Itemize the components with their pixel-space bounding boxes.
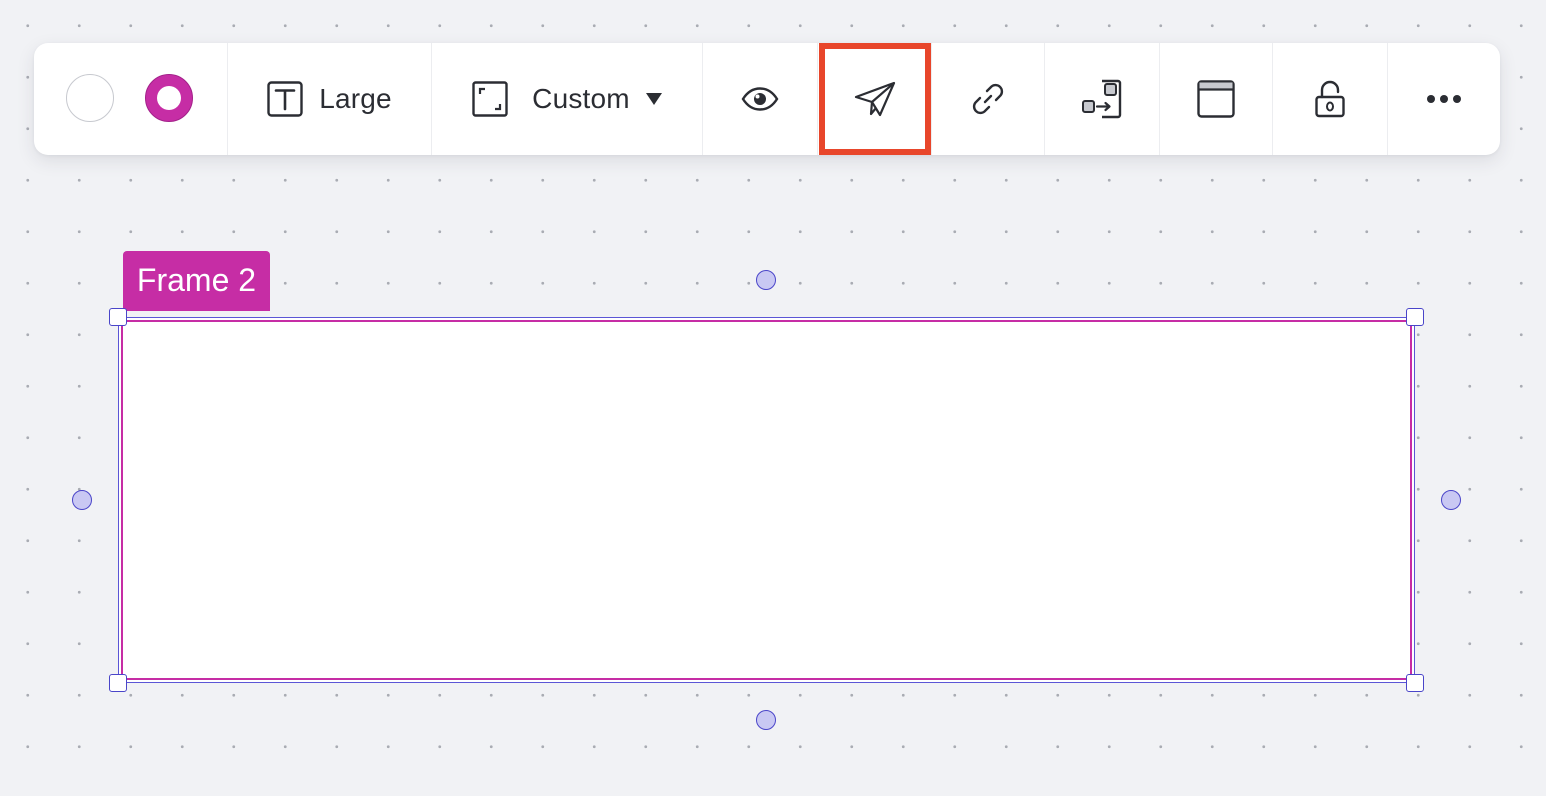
frame-size-label: Custom xyxy=(532,83,630,114)
border-color-swatch[interactable] xyxy=(145,74,193,122)
move-to-frame-icon xyxy=(1081,79,1123,119)
caret-down-icon xyxy=(645,93,662,105)
frame-title-tag[interactable]: Frame 2 xyxy=(123,251,270,311)
resize-handle-bottom-left[interactable] xyxy=(109,674,127,692)
toolbar-divider xyxy=(817,43,818,155)
resize-handle-top-left[interactable] xyxy=(109,308,127,326)
connector-handle-left[interactable] xyxy=(72,490,92,510)
text-size-label: Large xyxy=(319,83,392,114)
connector-handle-right[interactable] xyxy=(1441,490,1461,510)
link-icon xyxy=(970,81,1006,117)
window-view-button[interactable] xyxy=(1160,43,1272,155)
share-frame-button[interactable] xyxy=(819,43,931,155)
eye-icon xyxy=(741,87,779,111)
window-icon xyxy=(1197,80,1235,118)
frame-size-dropdown[interactable]: Custom xyxy=(432,43,702,155)
text-size-button[interactable]: Large xyxy=(228,43,431,155)
copy-link-button[interactable] xyxy=(932,43,1044,155)
frame-toolbar: Large Custom xyxy=(34,43,1500,155)
paper-plane-icon xyxy=(854,81,896,117)
resize-handle-top-right[interactable] xyxy=(1406,308,1424,326)
connector-handle-top[interactable] xyxy=(756,270,776,290)
fill-color-swatch[interactable] xyxy=(66,74,114,122)
frame-corners-icon xyxy=(472,81,508,117)
frame-canvas[interactable] xyxy=(118,317,1415,683)
move-to-frame-button[interactable] xyxy=(1045,43,1159,155)
unlock-button[interactable] xyxy=(1273,43,1387,155)
visibility-button[interactable] xyxy=(703,43,817,155)
text-t-icon xyxy=(267,81,303,117)
resize-handle-bottom-right[interactable] xyxy=(1406,674,1424,692)
more-dots-icon xyxy=(1426,94,1462,104)
more-options-button[interactable] xyxy=(1388,43,1500,155)
connector-handle-bottom[interactable] xyxy=(756,710,776,730)
unlock-icon xyxy=(1314,80,1346,118)
frame-border xyxy=(121,320,1412,680)
